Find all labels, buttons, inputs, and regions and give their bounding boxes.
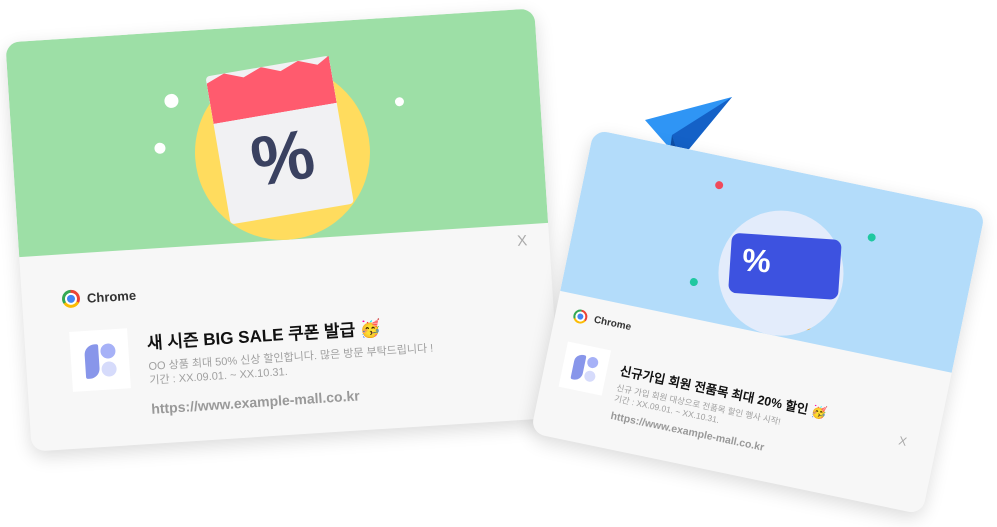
decor-dot: [154, 142, 166, 155]
chrome-icon: [61, 289, 81, 309]
coupon-ticket-icon: %: [205, 55, 354, 225]
decor-dot: [866, 232, 877, 243]
notification-card-coupon[interactable]: % Chrome X 새 시즌 BIG SALE 쿠폰 발급 🥳 OO 상품 최…: [5, 8, 561, 452]
decor-dot: [394, 96, 405, 107]
decor-dot: [689, 277, 699, 287]
close-button[interactable]: X: [517, 232, 528, 250]
close-button[interactable]: X: [897, 433, 908, 448]
decor-dot: [714, 180, 724, 190]
party-emoji-icon: 🥳: [809, 403, 829, 421]
app-name: Chrome: [86, 287, 137, 306]
decor-dot: [164, 93, 179, 109]
notification-card-signup[interactable]: % Chrome X 신규가입 회원 전품목 최대 20% 할인 🥳 신규 가입…: [530, 129, 986, 515]
party-emoji-icon: 🥳: [359, 318, 382, 340]
site-logo: [69, 328, 131, 392]
percent-symbol: %: [741, 241, 772, 280]
hero-illustration: %: [5, 8, 549, 258]
chrome-icon: [572, 308, 589, 325]
coupon-ticket-icon: %: [728, 232, 842, 300]
app-name: Chrome: [592, 314, 633, 333]
site-logo: [558, 341, 612, 396]
title-text: 새 시즌 BIG SALE 쿠폰 발급: [146, 320, 356, 353]
notification-url[interactable]: https://www.example-mall.co.kr: [151, 387, 360, 416]
